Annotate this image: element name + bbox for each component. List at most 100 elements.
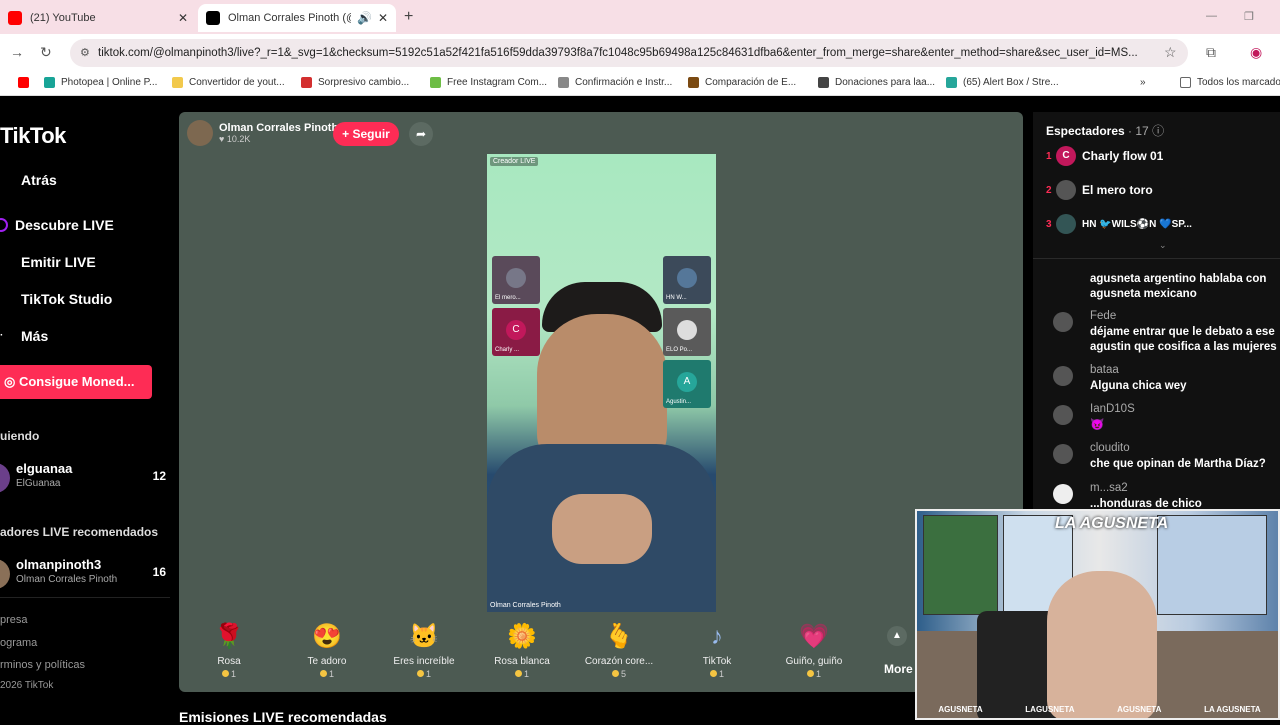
bookmark-item[interactable]: Sorpresivo cambio... <box>301 77 409 88</box>
avatar <box>1053 366 1073 386</box>
gift-item[interactable]: 🌼 Rosa blanca 1 <box>477 622 567 679</box>
close-tab-icon[interactable]: ✕ <box>178 11 188 25</box>
guest-tile[interactable]: El mero... <box>492 256 540 304</box>
chevron-down-icon[interactable]: ⌄ <box>1159 240 1167 251</box>
gift-item[interactable]: 🌹 Rosa 1 <box>184 622 274 679</box>
avatar <box>0 463 10 493</box>
extensions-icon[interactable]: ⧉ <box>1206 44 1216 61</box>
guest-tile[interactable]: C Charly ... <box>492 308 540 356</box>
gift-item[interactable]: 🫰 Corazón core... 5 <box>574 622 664 679</box>
bookmark-item[interactable]: Donaciones para laa... <box>818 77 935 88</box>
guest-name: Agustin... <box>666 399 692 405</box>
speaker-icon[interactable]: 🔊 <box>357 11 372 25</box>
message-user[interactable]: Fede <box>1090 310 1116 322</box>
bookmark-star-icon[interactable]: ☆ <box>1164 44 1177 61</box>
gift-price: 1 <box>282 669 372 679</box>
gift-name: Rosa <box>217 656 241 667</box>
cat-icon: 🐱 <box>409 623 439 650</box>
host-info[interactable]: Olman Corrales Pinoth ♥ 10.2K <box>187 120 338 146</box>
nav-more[interactable]: · Más <box>0 328 48 344</box>
reload-icon[interactable]: ↻ <box>40 44 52 61</box>
gift-price: 1 <box>184 669 274 679</box>
bookmark-label: Sorpresivo cambio... <box>318 77 410 88</box>
more-dots-icon: · <box>0 330 4 341</box>
gift-item[interactable]: 🐱 Eres increíble 1 <box>379 622 469 679</box>
youtube-icon <box>8 11 22 25</box>
nav-go-live[interactable]: Emitir LIVE <box>0 254 96 270</box>
nav-tiktok-studio[interactable]: TikTok Studio <box>0 291 112 307</box>
message-user[interactable]: IanD10S <box>1090 403 1135 415</box>
bookmark-folder[interactable]: Todos los marcado <box>1180 77 1280 88</box>
message-user[interactable]: cloudito <box>1090 442 1130 454</box>
chevron-up-icon[interactable]: ▲ <box>887 626 907 646</box>
bookmark-item[interactable]: Photopea | Online P... <box>44 77 157 88</box>
share-icon[interactable]: ➦ <box>409 122 433 146</box>
viewers-header[interactable]: Espectadores · 17 ⓘ <box>1046 122 1164 139</box>
site-icon <box>818 77 829 88</box>
new-tab-button[interactable]: + <box>404 8 413 26</box>
footer-link[interactable]: rminos y políticas <box>0 659 85 671</box>
live-video[interactable]: Creador LIVE El mero... C Charly ... HN W… <box>487 154 716 612</box>
bookmark-item[interactable]: Free Instagram Com... <box>430 77 547 88</box>
site-icon <box>301 77 312 88</box>
message-user[interactable]: m...sa2 <box>1090 482 1128 494</box>
bookmark-youtube[interactable] <box>18 77 35 88</box>
more-bookmarks-icon[interactable]: » <box>1140 77 1146 88</box>
forward-icon[interactable]: → <box>10 44 24 60</box>
gift-item[interactable]: ♪ TikTok 1 <box>672 622 762 679</box>
site-icon <box>430 77 441 88</box>
gift-price: 1 <box>769 669 859 679</box>
bookmark-item[interactable]: Confirmación e Instr... <box>558 77 672 88</box>
guest-tile[interactable]: HN W... <box>663 256 711 304</box>
footer-link[interactable]: presa <box>0 614 28 626</box>
top-viewer[interactable]: 2 El mero toro <box>1046 178 1280 202</box>
message-text: che que opinan de Martha Díaz? <box>1090 458 1266 470</box>
guest-tile[interactable]: A Agustin... <box>663 360 711 408</box>
rank: 2 <box>1046 184 1052 196</box>
following-section-title: uiendo <box>0 429 40 443</box>
gift-item[interactable]: 😍 Te adoro 1 <box>282 622 372 679</box>
tiktok-logo[interactable]: TikTok <box>0 123 66 149</box>
message-user[interactable]: bataa <box>1090 364 1119 376</box>
top-viewer[interactable]: 1 C Charly flow 01 <box>1046 144 1280 168</box>
nav-label: Descubre LIVE <box>15 217 114 233</box>
guest-tile[interactable]: ELO Po... <box>663 308 711 356</box>
video-host-label: Olman Corrales Pinoth <box>490 602 561 609</box>
follow-button[interactable]: + Seguir <box>333 122 399 146</box>
site-icon <box>688 77 699 88</box>
recommended-account[interactable]: olmanpinoth3 Olman Corrales Pinoth 16 <box>0 557 170 593</box>
bookmark-item[interactable]: Convertidor de yout... <box>172 77 285 88</box>
bookmark-item[interactable]: (65) Alert Box / Stre... <box>946 77 1059 88</box>
divider <box>1033 258 1280 259</box>
nav-back[interactable]: Atrás <box>0 172 57 188</box>
tab-youtube[interactable]: (21) YouTube ✕ <box>0 4 196 32</box>
gift-item[interactable]: 💗 Guiño, guiño 1 <box>769 622 859 679</box>
close-tab-icon[interactable]: ✕ <box>378 11 388 25</box>
maximize-icon[interactable]: ❐ <box>1244 10 1254 23</box>
tab-tiktok[interactable]: Olman Corrales Pinoth (@c 🔊 ✕ <box>198 4 396 32</box>
poster <box>1157 515 1267 615</box>
avatar: C <box>1056 146 1076 166</box>
get-coins-button[interactable]: ◎ Consigue Moned... <box>0 365 152 399</box>
footer-link[interactable]: ograma <box>0 637 37 649</box>
message-text: 😈 <box>1090 419 1105 431</box>
nav-discover-live[interactable]: Descubre LIVE <box>0 217 114 233</box>
divider <box>0 597 170 598</box>
bookmark-label: Confirmación e Instr... <box>575 77 673 88</box>
bookmarks-bar: Photopea | Online P... Convertidor de yo… <box>0 72 1280 96</box>
bookmark-item[interactable]: Comparación de E... <box>688 77 796 88</box>
site-info-icon[interactable]: ⚙ <box>80 39 90 67</box>
help-icon[interactable]: ⓘ <box>1152 124 1164 138</box>
viewer-name: HN 🐦WILS⚽N 💙SP... <box>1082 218 1192 230</box>
more-gifts-button[interactable]: More <box>884 662 913 676</box>
bookmark-label: Todos los marcado <box>1197 77 1280 88</box>
following-account[interactable]: elguanaa ElGuanaa 12 <box>0 461 170 497</box>
profile-icon[interactable]: ◉ <box>1250 44 1262 61</box>
streamer-logo: LA AGUSNETA <box>1055 515 1169 532</box>
url-field[interactable]: ⚙ tiktok.com/@olmanpinoth3/live?_r=1&_sv… <box>70 39 1188 67</box>
top-viewer[interactable]: 3 HN 🐦WILS⚽N 💙SP... <box>1046 212 1280 236</box>
minimize-icon[interactable]: — <box>1206 10 1217 22</box>
bookmark-label: Comparación de E... <box>705 77 797 88</box>
sidebar: TikTok Atrás Descubre LIVE Emitir LIVE T… <box>0 97 178 720</box>
live-icon <box>0 218 8 232</box>
